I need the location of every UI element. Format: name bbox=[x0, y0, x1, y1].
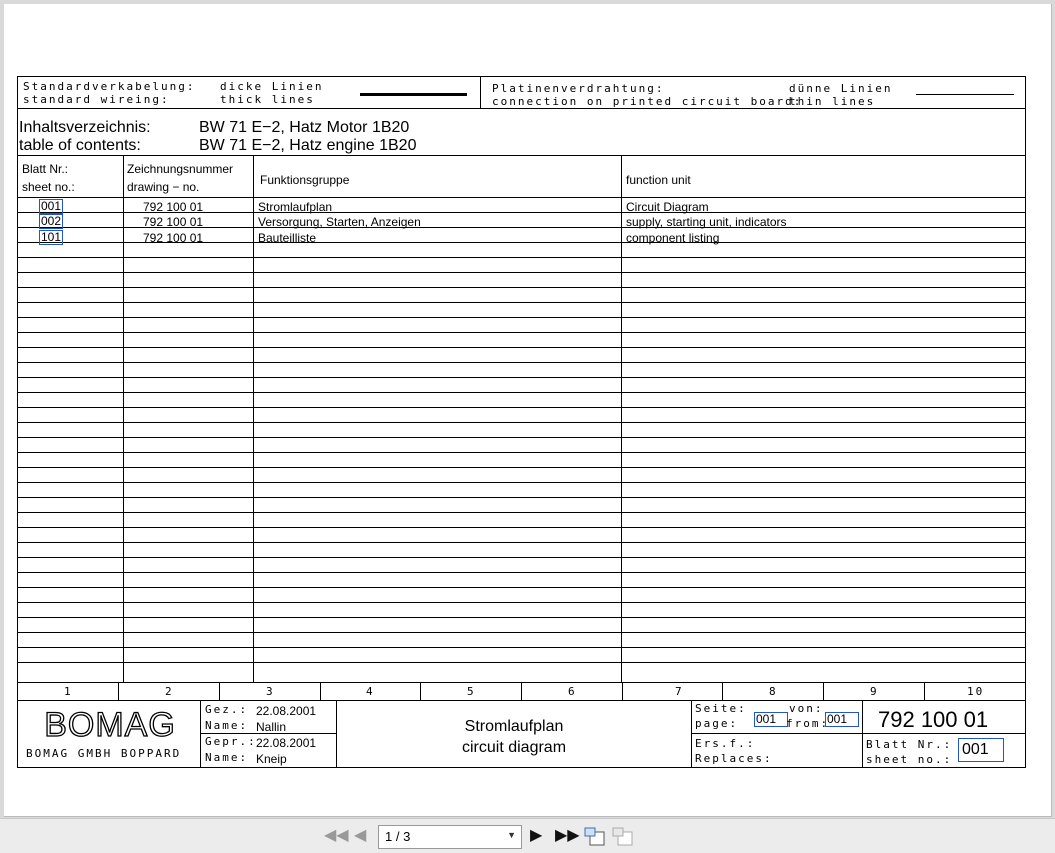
previous-page-icon[interactable]: ◀ bbox=[354, 826, 366, 846]
document-page: Standardverkabelung: standard wireing: d… bbox=[4, 4, 1052, 817]
grid-number: 3 bbox=[266, 685, 275, 698]
bomag-logo: BOMAG bbox=[38, 705, 182, 746]
grid-number: 2 bbox=[165, 685, 174, 698]
toc-heading-de: Inhaltsverzeichnis: bbox=[19, 119, 151, 136]
blatt-label: Blatt Nr.: bbox=[866, 738, 953, 751]
svg-text:BOMAG: BOMAG bbox=[44, 707, 176, 741]
col-sheet-de: Blatt Nr.: bbox=[22, 162, 69, 176]
page-label: page: bbox=[695, 717, 739, 730]
thick-line-sample bbox=[360, 93, 467, 96]
drawing-number-title: 792 100 01 bbox=[878, 707, 989, 732]
function-group: Versorgung, Starten, Anzeigen bbox=[258, 215, 421, 229]
legend-pcb-en: connection on printed circuit board: bbox=[492, 95, 803, 108]
checked-label: Gepr.: bbox=[205, 735, 257, 748]
ersf-label: Ers.f.: bbox=[695, 737, 756, 750]
von-label: von: bbox=[789, 702, 824, 715]
legend-thin-de: dünne Linien bbox=[789, 82, 893, 95]
drawn-name: Nallin bbox=[256, 720, 287, 734]
grid-number: 8 bbox=[769, 685, 778, 698]
sheet-value[interactable]: 001 bbox=[958, 738, 1004, 762]
drawing-number: 792 100 01 bbox=[143, 200, 204, 214]
drawing-number: 792 100 01 bbox=[143, 215, 204, 229]
sheet-title-en: circuit diagram bbox=[461, 739, 567, 756]
legend-standard-en: standard wireing: bbox=[23, 93, 170, 106]
machine-title-en: BW 71 E−2, Hatz engine 1B20 bbox=[199, 137, 417, 154]
legend-thin-en: thin lines bbox=[789, 95, 876, 108]
col-drawing-en: drawing − no. bbox=[127, 180, 200, 194]
next-page-icon[interactable]: ▶ bbox=[530, 826, 542, 846]
drawn-date: 22.08.2001 bbox=[256, 704, 317, 718]
page-value[interactable]: 001 bbox=[754, 712, 788, 727]
checked-date: 22.08.2001 bbox=[256, 736, 317, 750]
company-name: BOMAG GMBH BOPPARD bbox=[26, 747, 182, 760]
thin-line-sample bbox=[916, 94, 1014, 95]
col-group: Funktionsgruppe bbox=[260, 173, 350, 187]
grid-number: 6 bbox=[568, 685, 577, 698]
function-unit: Circuit Diagram bbox=[626, 200, 709, 214]
chevron-down-icon: ▼ bbox=[507, 830, 516, 840]
legend-pcb-de: Platinenverdrahtung: bbox=[492, 82, 665, 95]
grid-number: 4 bbox=[366, 685, 375, 698]
grid-number: 7 bbox=[675, 685, 684, 698]
function-group: Stromlaufplan bbox=[258, 200, 333, 214]
machine-title-de: BW 71 E−2, Hatz Motor 1B20 bbox=[199, 119, 410, 136]
fit-page-icon-svg bbox=[584, 827, 605, 846]
col-sheet-en: sheet no.: bbox=[22, 180, 75, 194]
fit-page-icon[interactable] bbox=[584, 827, 606, 852]
grid-number: 5 bbox=[467, 685, 476, 698]
from-label: from: bbox=[786, 717, 830, 730]
checked-name-label: Name: bbox=[205, 751, 249, 764]
grid-number: 9 bbox=[870, 685, 879, 698]
first-page-icon[interactable]: ◀◀ bbox=[324, 826, 349, 846]
bomag-logo-svg: BOMAG bbox=[44, 705, 176, 744]
viewer-toolbar: ◀◀ ◀ 1 / 3 ▼ ▶ ▶▶ bbox=[0, 818, 1055, 853]
legend-standard-de: Standardverkabelung: bbox=[23, 80, 196, 93]
sheet-link[interactable]: 101 bbox=[39, 230, 64, 245]
fit-width-icon-svg bbox=[612, 827, 633, 846]
checked-name: Kneip bbox=[256, 752, 287, 766]
grid-number: 10 bbox=[967, 685, 985, 698]
sheet-title-de: Stromlaufplan bbox=[464, 718, 564, 735]
replaces-label: Replaces: bbox=[695, 752, 773, 765]
sheet-link[interactable]: 002 bbox=[39, 214, 64, 229]
page-indicator: 1 / 3 bbox=[385, 829, 411, 844]
sheetno-label: sheet no.: bbox=[866, 753, 953, 766]
col-unit: function unit bbox=[626, 173, 691, 187]
toc-heading-en: table of contents: bbox=[19, 137, 141, 154]
col-drawing-de: Zeichnungsnummer bbox=[127, 162, 234, 176]
from-value[interactable]: 001 bbox=[825, 712, 859, 727]
legend-thick-de: dicke Linien bbox=[220, 80, 324, 93]
drawn-label: Gez.: bbox=[205, 703, 249, 716]
function-unit: supply, starting unit, indicators bbox=[626, 215, 787, 229]
fit-width-icon[interactable] bbox=[612, 827, 634, 852]
function-unit: component listing bbox=[626, 231, 720, 245]
last-page-icon[interactable]: ▶▶ bbox=[555, 826, 580, 846]
drawn-name-label: Name: bbox=[205, 719, 249, 732]
page-select[interactable]: 1 / 3 ▼ bbox=[378, 825, 522, 849]
legend-thick-en: thick lines bbox=[220, 93, 315, 106]
function-group: Bauteilliste bbox=[258, 231, 317, 245]
seite-label: Seite: bbox=[695, 702, 747, 715]
drawing-number: 792 100 01 bbox=[143, 231, 204, 245]
sheet-link[interactable]: 001 bbox=[39, 199, 64, 214]
grid-number: 1 bbox=[64, 685, 73, 698]
